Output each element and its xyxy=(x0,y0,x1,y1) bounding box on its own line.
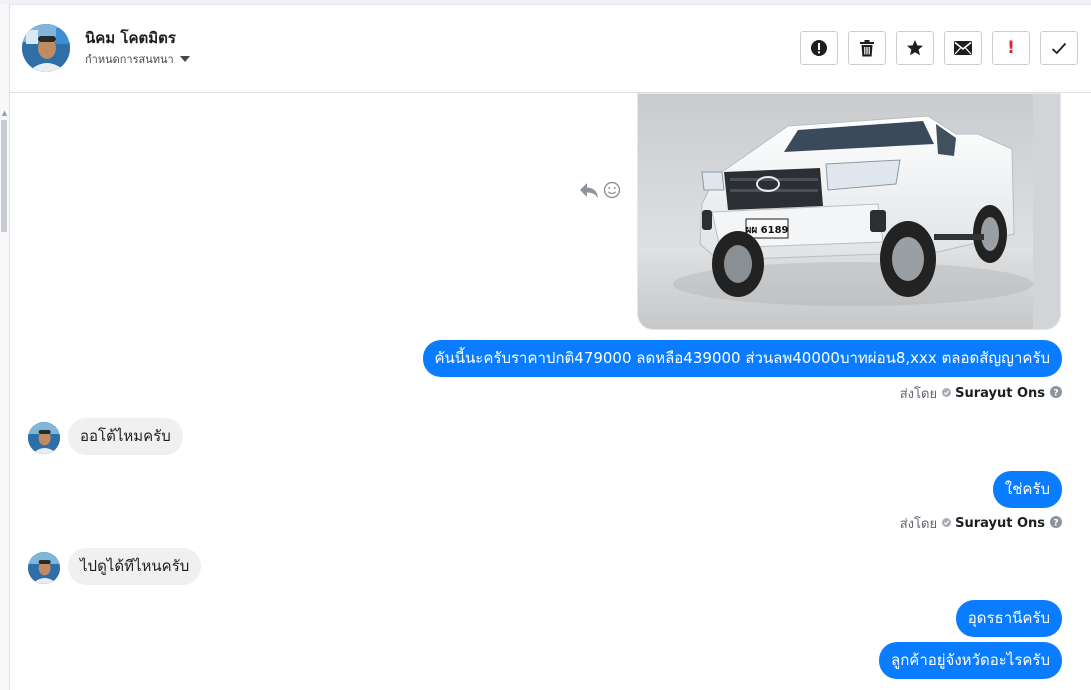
conversation-actions: ! xyxy=(790,31,1078,65)
contact-avatar-small[interactable] xyxy=(28,552,60,584)
reply-icon[interactable] xyxy=(579,182,599,203)
conversation-header: นิคม โคตมิตร กำหนดการสนทนา ! xyxy=(10,5,1091,93)
delete-button[interactable] xyxy=(848,31,886,65)
outgoing-message-bubble[interactable]: คันนี้นะครับราคาปกติ479000 ลดหลือ439000 … xyxy=(422,340,1062,377)
alert-circle-icon xyxy=(810,39,828,57)
verified-icon xyxy=(942,516,952,531)
mark-unread-button[interactable] xyxy=(944,31,982,65)
sent-by-info: ส่งโดย Surayut Ons ? xyxy=(900,383,1062,404)
envelope-icon xyxy=(954,41,972,55)
svg-text:?: ? xyxy=(1053,388,1058,398)
agent-name[interactable]: Surayut Ons xyxy=(955,516,1045,531)
check-icon xyxy=(1051,42,1067,55)
star-icon xyxy=(906,39,924,57)
truck-photo[interactable]: ผผ 6189 xyxy=(637,93,1061,330)
left-scroll-gutter xyxy=(0,4,10,690)
license-plate: ผผ 6189 xyxy=(745,225,788,236)
contact-name[interactable]: นิคม โคตมิตร xyxy=(85,26,176,50)
mark-done-button[interactable] xyxy=(1040,31,1078,65)
outgoing-message-bubble[interactable]: อุดรธานีครับ xyxy=(955,600,1062,637)
caret-down-icon xyxy=(179,56,190,62)
help-icon[interactable]: ? xyxy=(1050,385,1062,402)
sent-by-label: ส่งโดย xyxy=(899,387,938,402)
exclamation-icon: ! xyxy=(1007,38,1015,58)
incoming-message-bubble[interactable]: ออโต้ไหมครับ xyxy=(68,418,183,455)
trash-icon xyxy=(859,39,875,57)
scrollbar-thumb[interactable] xyxy=(1,120,7,232)
follow-up-button[interactable]: ! xyxy=(992,31,1030,65)
message-tools xyxy=(579,181,625,203)
sent-by-label: ส่งโดย xyxy=(899,517,938,532)
incoming-message-bubble[interactable]: ไปดูได้ทีไหนครับ xyxy=(68,548,202,585)
assign-conversation-dropdown[interactable]: กำหนดการสนทนา xyxy=(85,50,190,68)
assign-conversation-label: กำหนดการสนทนา xyxy=(85,53,174,66)
help-icon[interactable]: ? xyxy=(1050,515,1062,532)
star-button[interactable] xyxy=(896,31,934,65)
verified-icon xyxy=(942,386,952,401)
emoji-react-icon[interactable] xyxy=(603,181,621,203)
contact-avatar[interactable] xyxy=(22,24,70,72)
scroll-up-arrow-icon[interactable]: ▲ xyxy=(1,108,8,118)
outgoing-message-bubble[interactable]: ลูกค้าอยู่จังหวัดอะไรครับ xyxy=(879,642,1062,679)
agent-name[interactable]: Surayut Ons xyxy=(955,386,1045,401)
svg-text:?: ? xyxy=(1053,518,1058,528)
mark-spam-button[interactable] xyxy=(800,31,838,65)
sent-by-info: ส่งโดย Surayut Ons ? xyxy=(900,513,1062,534)
outgoing-message-bubble[interactable]: ใช่ครับ xyxy=(992,471,1062,508)
contact-avatar-small[interactable] xyxy=(28,422,60,454)
